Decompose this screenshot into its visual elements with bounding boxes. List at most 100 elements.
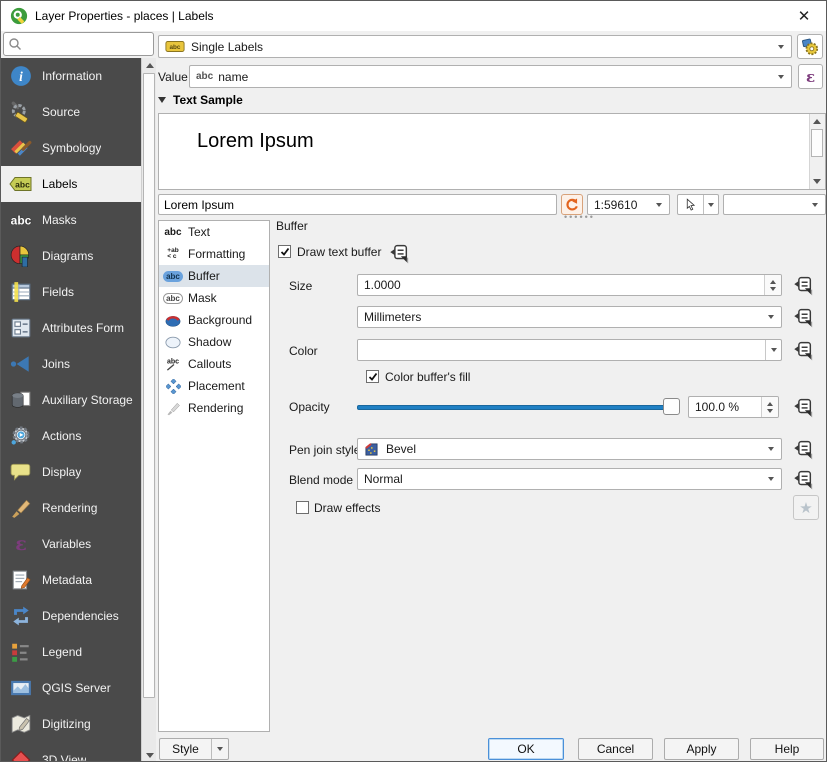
close-button[interactable]: ✕ (790, 5, 818, 27)
panel-splitter-handle[interactable]: •••••• (564, 212, 595, 222)
chevron-down-icon[interactable] (211, 739, 228, 759)
sample-text-input[interactable] (158, 194, 557, 215)
sidebar-item-digitizing[interactable]: Digitizing (1, 706, 141, 742)
data-defined-icon (792, 339, 814, 361)
metadata-icon (8, 567, 34, 593)
display-icon (8, 459, 34, 485)
sidebar-item-label: QGIS Server (42, 681, 111, 695)
sidebar-item-qgis-server[interactable]: QGIS Server (1, 670, 141, 706)
expression-builder-button[interactable]: ε (798, 64, 823, 89)
scroll-down-icon[interactable] (813, 179, 821, 184)
sidebar-item-auxiliary-storage[interactable]: Auxiliary Storage (1, 382, 141, 418)
epsilon-icon: ε (806, 68, 815, 86)
window-title: Layer Properties - places | Labels (35, 1, 214, 31)
preview-scrollbar[interactable] (809, 114, 825, 189)
sidebar-item-display[interactable]: Display (1, 454, 141, 490)
sidebar-item-fields[interactable]: Fields (1, 274, 141, 310)
sidebar-scrollbar-thumb[interactable] (143, 73, 155, 698)
sidebar-item-information[interactable]: i Information (1, 58, 141, 94)
svg-text:i: i (19, 69, 23, 84)
automated-placement-button[interactable] (797, 34, 823, 59)
dd-expression-combo[interactable] (723, 194, 826, 215)
value-field-combo[interactable]: abc name (189, 65, 792, 88)
blend-mode-combo[interactable]: Normal (357, 468, 782, 490)
tab-rendering[interactable]: Rendering (159, 397, 269, 419)
sidebar-item-actions[interactable]: Actions (1, 418, 141, 454)
sidebar-item-joins[interactable]: Joins (1, 346, 141, 382)
chevron-down-icon[interactable] (703, 195, 718, 214)
actions-icon (8, 423, 34, 449)
dd-override-blend-mode-button[interactable] (790, 467, 816, 491)
scale-combo[interactable]: 1:59610 (587, 194, 670, 215)
tab-mask[interactable]: abc Mask (159, 287, 269, 309)
scroll-up-icon[interactable] (813, 119, 821, 124)
size-unit-combo[interactable]: Millimeters (357, 306, 782, 328)
sidebar-item-legend[interactable]: Legend (1, 634, 141, 670)
sidebar-item-attributes-form[interactable]: Attributes Form (1, 310, 141, 346)
sidebar-item-metadata[interactable]: Metadata (1, 562, 141, 598)
buffer-panel-title: Buffer (276, 219, 308, 233)
chevron-down-icon (656, 203, 662, 207)
color-buffer-fill-label: Color buffer's fill (385, 370, 470, 384)
dd-override-draw-buffer-button[interactable] (386, 241, 412, 265)
tab-text[interactable]: abc Text (159, 221, 269, 243)
sidebar-item-label: Labels (42, 177, 77, 191)
dd-override-unit-button[interactable] (790, 305, 816, 329)
preview-scrollbar-thumb[interactable] (811, 129, 823, 157)
dd-override-pen-join-button[interactable] (790, 437, 816, 461)
opacity-slider-handle[interactable] (663, 398, 680, 415)
style-menu-button[interactable]: Style (159, 738, 229, 760)
apply-button[interactable]: Apply (664, 738, 739, 760)
sidebar-item-label: Masks (42, 213, 77, 227)
rendering-icon (8, 495, 34, 521)
draw-effects-checkbox[interactable] (296, 501, 309, 514)
tab-callouts[interactable]: abc Callouts (159, 353, 269, 375)
tab-placement[interactable]: Placement (159, 375, 269, 397)
attributes-form-icon (8, 315, 34, 341)
ok-button[interactable]: OK (488, 738, 564, 760)
color-buffer-fill-checkbox[interactable] (366, 370, 379, 383)
help-button[interactable]: Help (750, 738, 824, 760)
sidebar-item-dependencies[interactable]: Dependencies (1, 598, 141, 634)
opacity-slider-track[interactable] (357, 405, 665, 410)
sidebar-item-masks[interactable]: abc Masks (1, 202, 141, 238)
label-type-combo[interactable]: abc Single Labels (158, 35, 792, 58)
opacity-spinbox[interactable]: 100.0 % (688, 396, 779, 418)
effects-options-button[interactable]: ★ (793, 495, 819, 520)
blend-mode-value: Normal (364, 472, 403, 486)
tab-buffer[interactable]: abc Buffer (159, 265, 269, 287)
dd-override-size-button[interactable] (790, 273, 816, 297)
tab-shadow[interactable]: Shadow (159, 331, 269, 353)
shadow-tab-icon (163, 334, 183, 350)
dd-override-opacity-button[interactable] (790, 395, 816, 419)
pen-join-style-combo[interactable]: Bevel (357, 438, 782, 460)
sidebar-scrollbar[interactable] (141, 58, 156, 762)
map-settings-split-button[interactable] (677, 194, 719, 215)
opacity-slider[interactable] (357, 397, 681, 417)
tab-background[interactable]: Background (159, 309, 269, 331)
dd-override-color-button[interactable] (790, 338, 816, 362)
size-spinbox[interactable]: 1.0000 (357, 274, 782, 296)
sidebar-item-rendering[interactable]: Rendering (1, 490, 141, 526)
scroll-down-icon[interactable] (146, 753, 154, 758)
sidebar-item-source[interactable]: Source (1, 94, 141, 130)
placement-gear-icon (801, 38, 819, 56)
sidebar-item-diagrams[interactable]: Diagrams (1, 238, 141, 274)
sidebar-search-input[interactable] (3, 32, 154, 56)
buffer-color-button[interactable] (357, 339, 782, 361)
tab-formatting[interactable]: +ab< c Formatting (159, 243, 269, 265)
sidebar-item-variables[interactable]: ε Variables (1, 526, 141, 562)
spin-arrows[interactable] (761, 397, 778, 417)
sidebar-item-symbology[interactable]: Symbology (1, 130, 141, 166)
text-sample-header[interactable]: Text Sample (158, 93, 243, 107)
size-value: 1.0000 (364, 278, 401, 292)
sidebar-item-3d-view[interactable]: 3D View (1, 742, 141, 762)
cancel-button[interactable]: Cancel (578, 738, 653, 760)
data-defined-icon (792, 306, 814, 328)
scroll-up-icon[interactable] (146, 63, 154, 68)
sidebar-item-labels[interactable]: abc Labels (1, 166, 141, 202)
chevron-down-icon[interactable] (765, 340, 781, 360)
draw-text-buffer-checkbox[interactable] (278, 245, 291, 258)
chevron-down-icon (778, 45, 784, 49)
spin-arrows[interactable] (764, 275, 781, 295)
